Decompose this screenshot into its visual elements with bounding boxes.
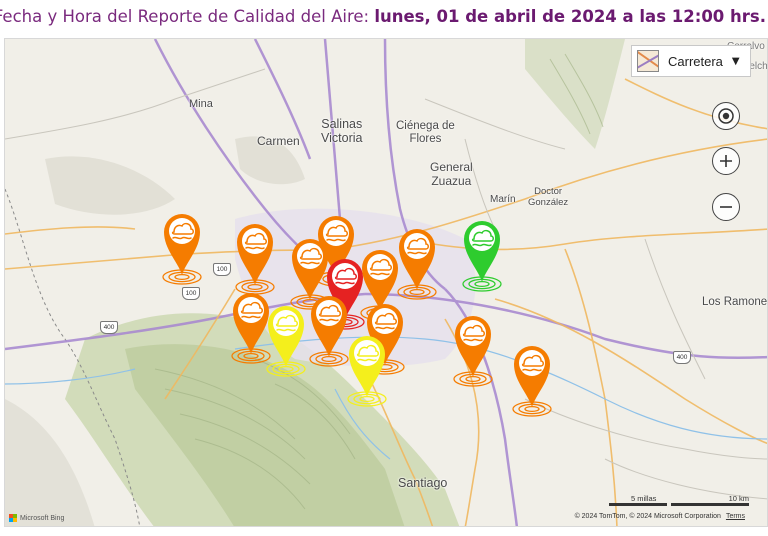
road-style-icon <box>637 50 659 72</box>
station-marker[interactable] <box>264 299 308 379</box>
place-label-mina: Mina <box>189 98 213 110</box>
air-quality-pin-icon <box>162 214 202 285</box>
scale-miles-label: 5 millas <box>631 494 657 503</box>
station-marker[interactable] <box>233 217 277 297</box>
scale-km-label: 10 km <box>728 494 749 503</box>
place-label-general-zuazua: General Zuazua <box>430 160 473 188</box>
air-quality-pin-icon <box>266 306 306 377</box>
zoom-out-button[interactable] <box>712 193 740 221</box>
air-quality-pin-icon <box>453 316 493 387</box>
highway-shield: 400 <box>100 321 118 334</box>
map-attribution: © 2024 TomTom, © 2024 Microsoft Corporat… <box>575 513 745 520</box>
microsoft-logo-icon <box>9 514 17 522</box>
place-label-carmen: Carmen <box>257 134 300 148</box>
highway-shield: 100 <box>213 263 231 276</box>
report-datetime-line: Fecha y Hora del Reporte de Calidad del … <box>0 7 766 26</box>
highway-shield: 100 <box>182 287 200 300</box>
map-style-selector[interactable]: Carretera ▼ <box>631 45 751 77</box>
locate-icon <box>718 108 734 124</box>
report-datetime-prefix: Fecha y Hora del Reporte de Calidad del … <box>0 7 375 26</box>
plus-icon <box>720 155 732 167</box>
place-label-doctor-gonzalez: Doctor González <box>528 186 569 208</box>
station-marker[interactable] <box>460 214 504 294</box>
place-label-santiago: Santiago <box>398 476 448 490</box>
air-quality-pin-icon <box>512 346 552 417</box>
station-marker[interactable] <box>160 207 204 287</box>
bing-logo: Microsoft Bing <box>9 514 64 522</box>
attribution-text: © 2024 TomTom, © 2024 Microsoft Corporat… <box>574 513 721 520</box>
report-datetime-value: lunes, 01 de abril de 2024 a las 12:00 h… <box>374 7 766 26</box>
station-marker[interactable] <box>345 329 389 409</box>
air-quality-pin-icon <box>347 336 387 407</box>
scale-bar: 5 millas 10 km <box>609 494 749 506</box>
air-quality-pin-icon <box>462 221 502 292</box>
place-label-salinas-victoria: Salinas Victoria <box>321 117 363 146</box>
chevron-down-icon: ▼ <box>731 55 740 67</box>
station-marker[interactable] <box>451 309 495 389</box>
terms-link[interactable]: Terms <box>726 513 745 520</box>
air-quality-pin-icon <box>235 224 275 295</box>
place-label-cienega-de-flores: Ciénega de Flores <box>396 120 455 146</box>
map-style-label: Carretera <box>668 53 723 69</box>
minus-icon <box>720 206 732 208</box>
place-label-los-ramones: Los Ramones <box>702 296 768 308</box>
report-header: Fecha y Hora del Reporte de Calidad del … <box>0 0 768 36</box>
place-label-marin: Marín <box>490 194 516 205</box>
bing-logo-text: Microsoft Bing <box>20 514 65 522</box>
zoom-in-button[interactable] <box>712 147 740 175</box>
air-quality-pin-icon <box>397 229 437 300</box>
station-marker[interactable] <box>395 222 439 302</box>
locate-me-button[interactable] <box>712 102 740 130</box>
air-quality-map[interactable]: Mina Carmen Salinas Victoria Ciénega de … <box>4 38 768 527</box>
station-marker[interactable] <box>510 339 554 419</box>
highway-shield: 400 <box>673 351 691 364</box>
